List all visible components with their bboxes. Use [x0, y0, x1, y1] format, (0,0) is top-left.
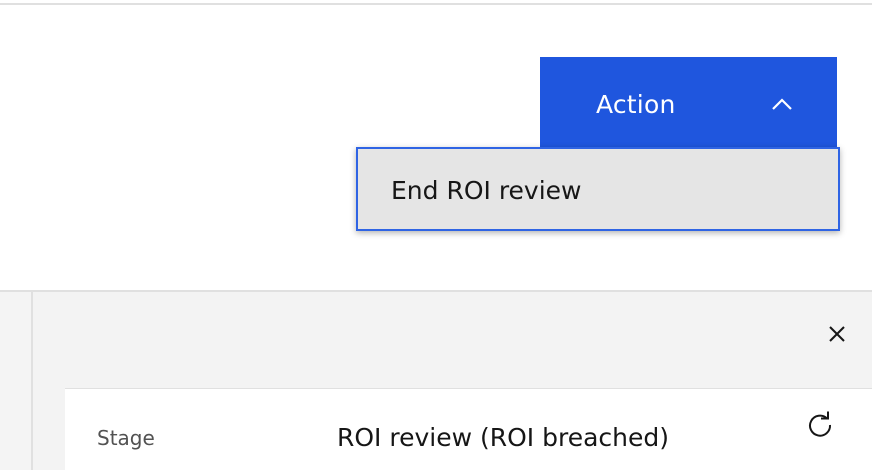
chevron-up-icon	[772, 98, 792, 110]
detail-card: Stage ROI review (ROI breached)	[65, 388, 872, 471]
close-icon[interactable]	[828, 325, 846, 343]
stage-label: Stage	[97, 426, 155, 450]
action-button[interactable]: Action	[540, 57, 837, 153]
refresh-icon[interactable]	[806, 411, 834, 439]
menu-item-label: End ROI review	[391, 176, 582, 205]
action-button-label: Action	[596, 90, 676, 119]
left-column-strip	[0, 292, 31, 470]
menu-item-end-roi-review[interactable]: End ROI review	[358, 149, 838, 229]
side-panel: Stage ROI review (ROI breached)	[33, 292, 872, 471]
stage-value: ROI review (ROI breached)	[337, 423, 670, 452]
action-dropdown-menu: End ROI review	[356, 147, 840, 231]
